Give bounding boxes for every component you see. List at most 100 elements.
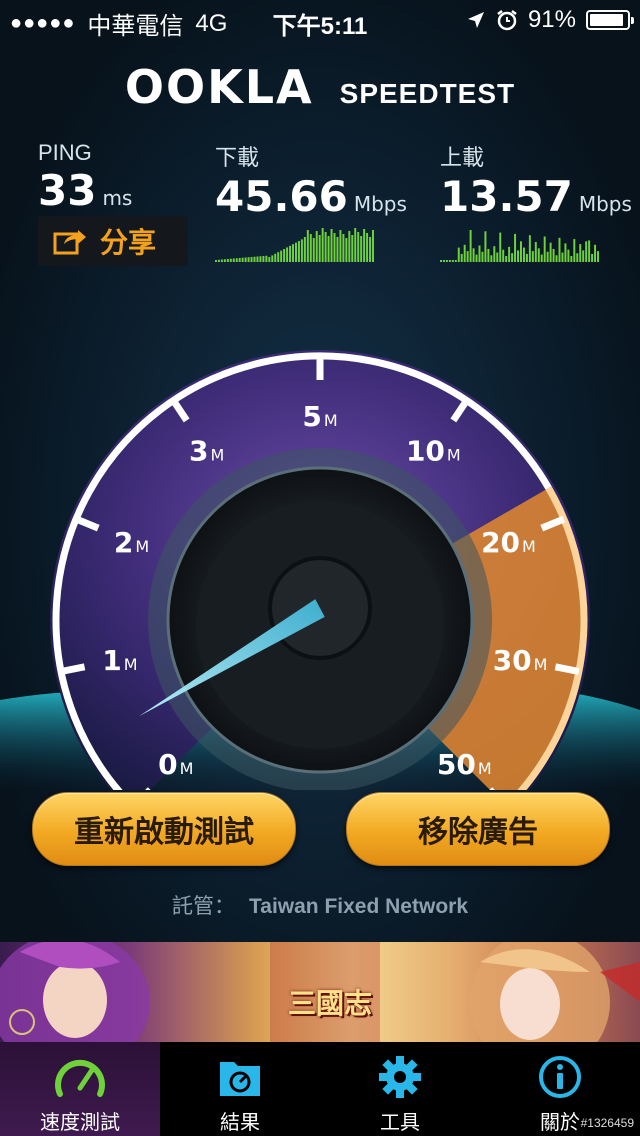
- ad-banner[interactable]: 三國志: [0, 942, 640, 1042]
- sparkline-bar: [472, 248, 475, 262]
- sparkline-bar: [585, 241, 588, 262]
- sparkline-bar: [277, 252, 280, 262]
- sparkline-bar: [496, 252, 499, 262]
- sparkline-bar: [582, 250, 585, 262]
- sparkline-bar: [520, 241, 522, 262]
- upload-unit: Mbps: [578, 192, 632, 216]
- sparkline-bar: [508, 246, 511, 262]
- sparkline-bar: [357, 232, 360, 262]
- tab-speed-test-label: 速度測試: [40, 1112, 120, 1134]
- remove-ads-button[interactable]: 移除廣告: [346, 792, 610, 866]
- sparkline-bar: [244, 257, 247, 262]
- sparkline-bar: [289, 245, 292, 262]
- sparkline-bar: [448, 260, 451, 262]
- sparkline-bar: [540, 254, 543, 262]
- sparkline-bar: [297, 241, 300, 262]
- folder-icon: [220, 1062, 260, 1096]
- sparkline-bar: [241, 257, 244, 262]
- sparkline-bar: [235, 258, 238, 262]
- sparkline-bar: [312, 238, 315, 262]
- sparkline-bar: [493, 246, 496, 262]
- sparkline-bar: [487, 249, 490, 262]
- sparkline-bar: [351, 235, 354, 262]
- app-header: OOKLA SPEEDTEST: [0, 60, 640, 120]
- sparkline-bar: [460, 253, 463, 262]
- sparkline-bar: [363, 229, 366, 262]
- sparkline-bar: [463, 244, 466, 262]
- sparkline-bar: [360, 236, 363, 262]
- tab-results[interactable]: 結果: [160, 1042, 320, 1136]
- status-bar: ●●●●● 中華電信 4G 下午5:11 91%: [0, 0, 640, 40]
- share-button[interactable]: 分享: [38, 216, 188, 266]
- sparkline-bar: [591, 253, 594, 262]
- host-label: 託管：: [172, 895, 235, 918]
- sparkline-bar: [552, 249, 555, 262]
- sparkline-bar: [369, 237, 372, 262]
- sparkline-bar: [309, 234, 312, 262]
- sparkline-bar: [445, 260, 448, 262]
- host-isp: Taiwan Fixed Network: [249, 895, 468, 918]
- ad-title: 三國志: [288, 988, 373, 1019]
- sparkline-bar: [250, 257, 253, 262]
- ping-label: PING: [38, 140, 92, 165]
- sparkline-bar: [327, 236, 330, 262]
- sparkline-bar: [295, 242, 297, 262]
- sparkline-bar: [247, 257, 250, 262]
- tab-tools[interactable]: 工具: [320, 1042, 480, 1136]
- sparkline-bar: [268, 257, 271, 262]
- sparkline-bar: [525, 253, 528, 262]
- sparkline-bar: [315, 231, 318, 262]
- sparkline-bar: [253, 256, 256, 262]
- sparkline-bar: [271, 255, 274, 262]
- sparkline-bar: [262, 256, 265, 262]
- sparkline-bar: [528, 235, 531, 262]
- sparkline-bar: [570, 256, 573, 262]
- sparkline-bar: [511, 253, 514, 262]
- dial-tick: [554, 663, 580, 675]
- sparkline-bar: [588, 240, 591, 262]
- upload-stat: 上載 13.57 Mbps: [440, 140, 632, 221]
- sparkline-bar: [259, 256, 262, 262]
- tab-speed-test[interactable]: 速度測試: [0, 1042, 160, 1136]
- sparkline-bar: [300, 239, 303, 262]
- sparkline-bar: [561, 252, 564, 262]
- sparkline-bar: [597, 251, 599, 262]
- sparkline-bar: [303, 237, 306, 262]
- sparkline-bar: [555, 255, 558, 262]
- sparkline-bar: [522, 247, 525, 262]
- sparkline-bar: [454, 260, 457, 262]
- battery-fill: [590, 14, 623, 26]
- sparkline-bar: [372, 230, 374, 262]
- sparkline-bar: [537, 248, 540, 262]
- sparkline-bar: [549, 242, 552, 262]
- sparkline-bar: [283, 249, 286, 262]
- sparkline-bar: [440, 260, 442, 262]
- sparkline-bar: [274, 253, 277, 262]
- sparkline-bar: [573, 239, 576, 262]
- sparkline-bar: [469, 230, 472, 262]
- tab-results-label: 結果: [220, 1112, 260, 1134]
- sparkline-bar: [217, 259, 220, 262]
- sparkline-bar: [354, 228, 357, 262]
- sparkline-bar: [256, 256, 259, 262]
- sparkline-bar: [366, 233, 369, 262]
- download-value: 45.66: [215, 172, 348, 221]
- restart-test-button[interactable]: 重新啟動測試: [32, 792, 296, 866]
- sparkline-bar: [342, 234, 345, 262]
- download-sparkline: [215, 228, 374, 262]
- sparkline-bar: [534, 242, 537, 262]
- ping-value: 33: [38, 166, 97, 215]
- sparkline-bar: [466, 251, 469, 262]
- sparkline-bar: [475, 254, 478, 262]
- sparkline-bar: [484, 231, 487, 262]
- sparkline-bar: [345, 238, 348, 262]
- location-arrow-icon: [467, 12, 484, 28]
- tab-bar: 速度測試 結果 工具 關於: [0, 1042, 640, 1136]
- sparkline-bar: [567, 249, 570, 262]
- sparkline-bar: [499, 232, 502, 262]
- sparkline-bar: [481, 251, 484, 262]
- sparkline-bar: [478, 245, 481, 262]
- sparkline-bar: [457, 247, 460, 262]
- sparkline-bar: [546, 251, 549, 262]
- share-label: 分享: [100, 227, 157, 258]
